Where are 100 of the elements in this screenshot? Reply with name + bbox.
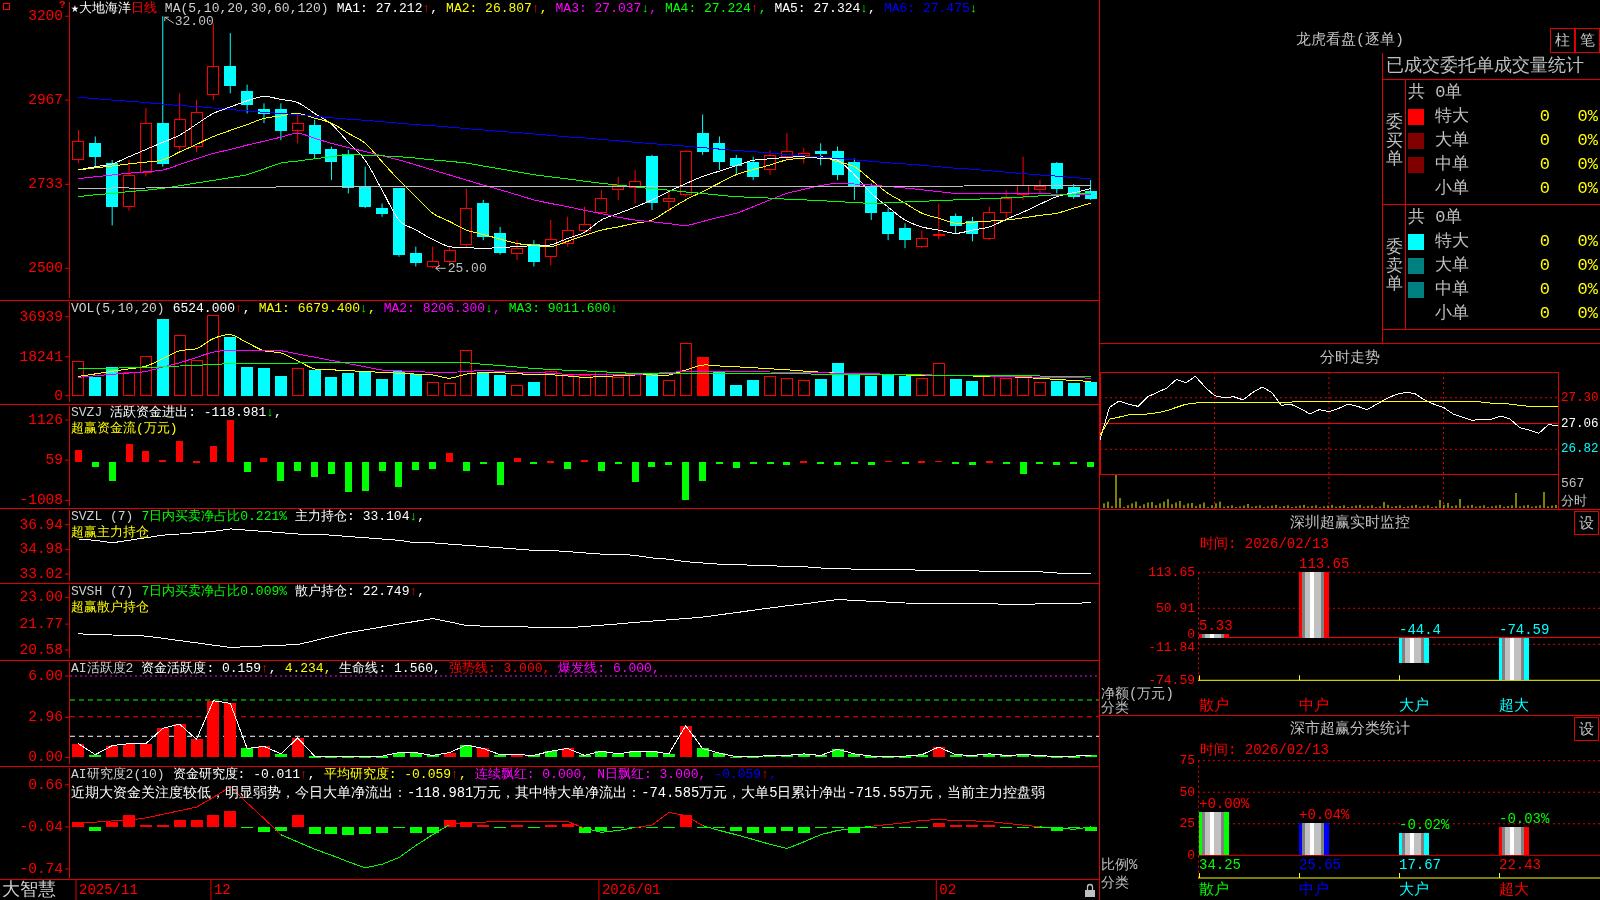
order-percent: 0% bbox=[1576, 256, 1599, 276]
trend-arrow: ↓, bbox=[409, 509, 426, 524]
indicator-value: 主力持仓: 33.104 bbox=[295, 509, 410, 524]
axis-label: 2.96 bbox=[28, 709, 63, 726]
change-label: +0.04% bbox=[1299, 806, 1350, 823]
trend-arrow: ↑, bbox=[235, 301, 251, 316]
bar-value-label: 22.43 bbox=[1499, 857, 1541, 873]
price-label: 25.00 bbox=[447, 260, 487, 276]
trend-arrow: ↓ bbox=[610, 301, 618, 316]
trend-arrow: ↑, bbox=[451, 767, 467, 782]
indicator-value: 资金研究度: -0.011 bbox=[172, 767, 301, 782]
indicator-value: MA4: 27.224 bbox=[665, 1, 751, 16]
indicator-value: 散户持仓: 22.749 bbox=[295, 584, 410, 599]
indicator-name: SVSH (7) bbox=[71, 584, 134, 599]
trend-arrow: ↓, bbox=[641, 1, 657, 16]
order-size-label: 中单 bbox=[1434, 280, 1470, 300]
axis-label: 50 bbox=[1179, 784, 1195, 800]
order-count: 0 bbox=[1538, 304, 1550, 324]
indicator-value: 6524.000 bbox=[172, 301, 236, 316]
panel-title: 分时走势 bbox=[1320, 348, 1380, 369]
axis-label: 18241 bbox=[19, 348, 63, 365]
axis-label: 0 bbox=[1187, 847, 1195, 863]
trend-arrow: ↑, bbox=[531, 1, 548, 16]
trend-arrow: ↑, bbox=[261, 661, 277, 676]
indicator-value: MA2: 26.807 bbox=[446, 1, 532, 16]
axis-title: 比例% bbox=[1101, 857, 1138, 873]
bar-value-label: -74.59 bbox=[1499, 621, 1550, 638]
axis-label: 50.91 bbox=[1156, 600, 1195, 616]
indicator-value: 平均研究度: -0.059 bbox=[323, 767, 452, 782]
trend-arrow: ↓, bbox=[266, 405, 282, 420]
order-count: 0 bbox=[1538, 256, 1550, 276]
axis-label: 113.65 bbox=[1148, 564, 1195, 580]
period-label: 日线 bbox=[130, 1, 157, 16]
order-count: 0 bbox=[1538, 131, 1550, 151]
indicator-name: SVZJ bbox=[71, 405, 103, 420]
trend-arrow: ↑, bbox=[761, 767, 777, 782]
axis-label: 1126 bbox=[28, 412, 63, 428]
trend-arrow: ↓, bbox=[860, 1, 876, 16]
axis-title: 净额(万元) bbox=[1101, 685, 1174, 702]
indicator-value: 活跃资金进出: -118.981 bbox=[110, 405, 267, 420]
axis-label: -11.84 bbox=[1148, 639, 1195, 655]
date-label: 2025/11 bbox=[79, 882, 138, 898]
indicator-name: MA(5,10,20,30,60,120) bbox=[164, 1, 329, 16]
indicator-value: MA3: 27.037 bbox=[555, 1, 642, 16]
category-label: 大户 bbox=[1399, 881, 1429, 899]
trend-arrow: ↑, bbox=[422, 1, 439, 16]
date-label: 12 bbox=[213, 882, 231, 898]
indicator-value: 连续飘红: 0.000, bbox=[474, 767, 590, 782]
axis-label: 27.06 bbox=[1561, 416, 1599, 431]
axis-label: 26.82 bbox=[1561, 442, 1599, 457]
indicator-value: 爆发线: 6.000, bbox=[558, 661, 660, 676]
group-label: 委卖单 bbox=[1385, 238, 1403, 296]
indicator-value: N日飘红: 3.000, bbox=[597, 767, 707, 782]
axis-title: 分类 bbox=[1101, 875, 1129, 891]
change-label: +0.00% bbox=[1199, 796, 1250, 813]
indicator-value: 7日内买卖净占比0.009% bbox=[141, 584, 288, 599]
order-total: 共 0单 bbox=[1407, 207, 1464, 229]
category-label: 散户 bbox=[1199, 881, 1229, 899]
axis-label: 25 bbox=[1179, 816, 1195, 832]
trend-arrow: ↓ bbox=[969, 1, 978, 16]
order-percent: 0% bbox=[1576, 304, 1599, 324]
indicator-name: AI研究度2(10) bbox=[71, 767, 165, 782]
price-label: 32.00 bbox=[174, 13, 214, 29]
stock-name: ★大地海洋 bbox=[71, 1, 131, 16]
order-size-label: 特大 bbox=[1434, 232, 1470, 252]
axis-label: 2500 bbox=[28, 260, 63, 277]
indicator-value: MA1: 6679.400 bbox=[258, 301, 361, 316]
indicator-value: 强势线: 3.000, bbox=[448, 661, 551, 676]
order-percent: 0% bbox=[1576, 155, 1599, 175]
axis-label: 0 bbox=[1187, 626, 1195, 642]
axis-label: 23.00 bbox=[19, 589, 63, 606]
panel-title: 深圳超赢实时监控 bbox=[1290, 513, 1410, 534]
order-percent: 0% bbox=[1576, 280, 1599, 300]
axis-label: 6.00 bbox=[28, 668, 63, 684]
order-size-label: 小单 bbox=[1434, 304, 1470, 324]
indicator-caption: 超赢主力持仓 bbox=[71, 525, 149, 540]
indicator-value: 7日内买卖净占比0.221% bbox=[141, 509, 288, 524]
order-total: 共 0单 bbox=[1407, 82, 1464, 104]
order-count: 0 bbox=[1538, 107, 1550, 127]
axis-label: -74.59 bbox=[1148, 672, 1195, 688]
category-label: 中户 bbox=[1299, 697, 1329, 715]
analysis-text: 近期大资金关注度较低，明显弱势，今日大单净流出：-118.981万元，其中特大单净流出：-74.585万元，大单5日累计净出-715.55万元，当前主力控盘弱 bbox=[71, 785, 1046, 802]
order-percent: 0% bbox=[1576, 107, 1599, 127]
axis-label: 2733 bbox=[28, 176, 63, 193]
axis-label: -0.74 bbox=[19, 861, 63, 877]
panel-title: 深市超赢分类统计 bbox=[1290, 719, 1410, 740]
indicator-value: MA2: 8206.300 bbox=[383, 301, 486, 316]
axis-label: 34.98 bbox=[19, 541, 63, 558]
trend-arrow: ↑, bbox=[300, 767, 316, 782]
trend-arrow: ↓, bbox=[360, 301, 376, 316]
order-size-label: 特大 bbox=[1434, 107, 1470, 127]
axis-label: 0.00 bbox=[28, 749, 63, 766]
axis-label: 27.30 bbox=[1561, 390, 1599, 405]
axis-label: 75 bbox=[1179, 753, 1195, 769]
indicator-caption: 超赢资金流(万元) bbox=[71, 421, 178, 436]
trend-arrow: ↑, bbox=[409, 584, 426, 599]
indicator-value: 资金活跃度: 0.159 bbox=[141, 661, 261, 676]
indicator-value: MA3: 9011.600 bbox=[508, 301, 611, 316]
category-label: 超大 bbox=[1499, 697, 1529, 715]
indicator-value: MA6: 27.475 bbox=[883, 1, 970, 16]
